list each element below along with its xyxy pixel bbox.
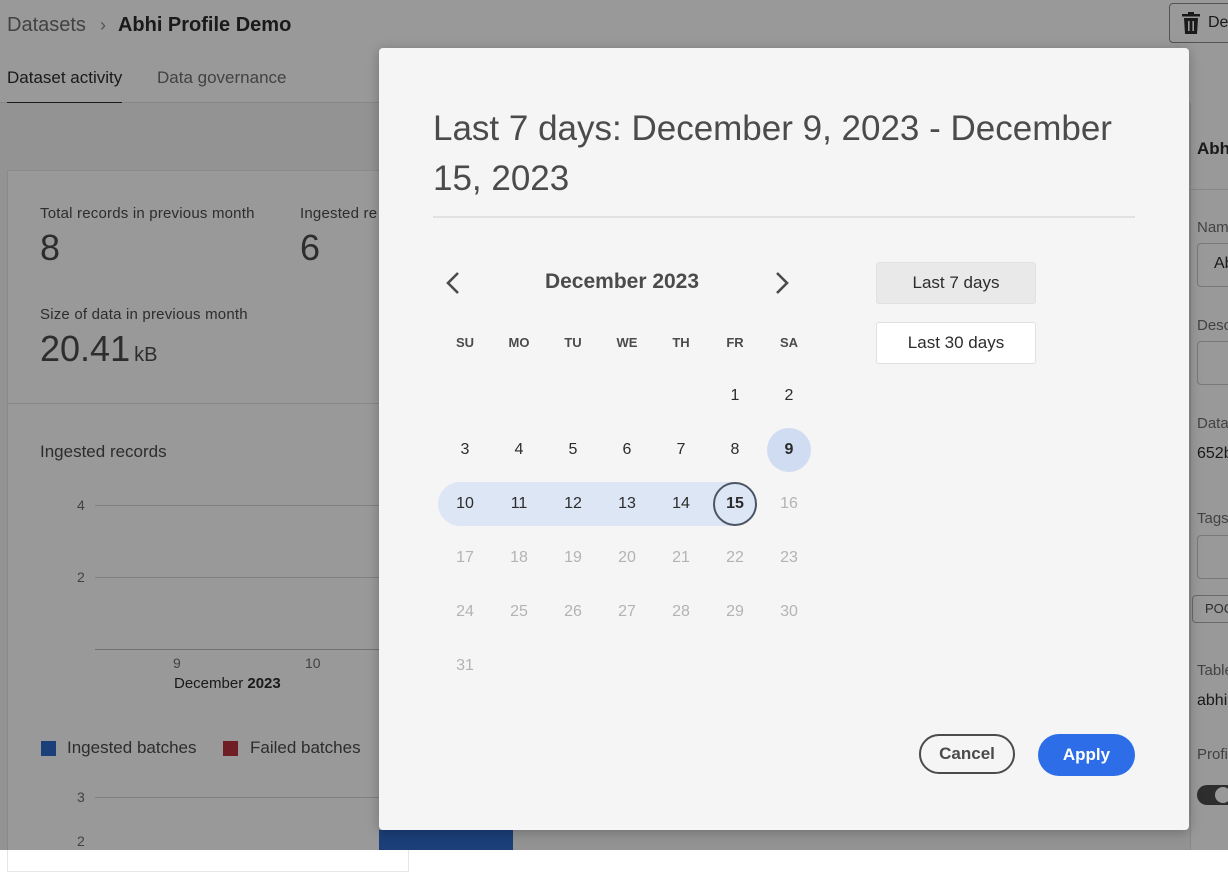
calendar-weeks: 1 2 3 4 5 6 7 8 9 10 11 12 13 14 15 16 17 18 19 20 21 22 23 24 2… <box>438 369 816 693</box>
calendar-day[interactable]: 18 <box>492 531 546 585</box>
calendar-day-number: 7 <box>676 441 686 458</box>
apply-button[interactable]: Apply <box>1038 734 1135 776</box>
calendar-day-number: 15 <box>726 495 744 512</box>
calendar-empty-cell <box>438 369 492 423</box>
dialog-divider <box>433 216 1135 218</box>
calendar-empty-cell <box>708 639 762 693</box>
weekday-label: SU <box>455 335 475 350</box>
calendar-day-number: 21 <box>672 549 690 566</box>
calendar-day[interactable]: 28 <box>654 585 708 639</box>
weekday-label: MO <box>508 335 530 350</box>
calendar-day[interactable]: 14 <box>654 477 708 531</box>
calendar-day[interactable]: 21 <box>654 531 708 585</box>
weekday-label: FR <box>726 335 744 350</box>
weekday-label: WE <box>616 335 638 350</box>
calendar-week: 31 <box>438 639 816 693</box>
calendar-day[interactable]: 24 <box>438 585 492 639</box>
calendar-day-number: 13 <box>618 495 636 512</box>
calendar-day-number: 10 <box>456 495 474 512</box>
calendar-empty-cell <box>762 639 816 693</box>
preset-last-30-days-button[interactable]: Last 30 days <box>876 322 1036 364</box>
calendar-day-number: 4 <box>514 441 524 458</box>
calendar-empty-cell <box>546 639 600 693</box>
calendar-day-number: 24 <box>456 603 474 620</box>
calendar-day-number: 5 <box>568 441 578 458</box>
calendar-empty-cell <box>492 369 546 423</box>
calendar-day-number: 25 <box>510 603 528 620</box>
calendar-empty-cell <box>492 639 546 693</box>
date-range-dialog: Last 7 days: December 9, 2023 - December… <box>379 48 1189 830</box>
calendar-day-number: 27 <box>618 603 636 620</box>
next-month-button[interactable] <box>767 268 797 298</box>
calendar-week: 24 25 26 27 28 29 30 <box>438 585 816 639</box>
calendar-week: 12 <box>438 369 816 423</box>
dialog-title: Last 7 days: December 9, 2023 - December… <box>433 109 1112 198</box>
calendar-day[interactable]: 3 <box>438 423 492 477</box>
calendar-day-number: 6 <box>622 441 632 458</box>
calendar-day[interactable]: 17 <box>438 531 492 585</box>
calendar-day-number: 30 <box>780 603 798 620</box>
calendar-day[interactable]: 5 <box>546 423 600 477</box>
calendar-day[interactable]: 12 <box>546 477 600 531</box>
calendar-empty-cell <box>654 639 708 693</box>
calendar-day[interactable]: 23 <box>762 531 816 585</box>
calendar-day-number: 14 <box>672 495 690 512</box>
calendar-day[interactable]: 4 <box>492 423 546 477</box>
calendar-grid: SU MO TU WE TH FR SA 1 2 3 4 5 6 7 8 9 10 11 12 13 14… <box>438 331 816 693</box>
calendar-day-number: 2 <box>784 387 794 404</box>
calendar-week: 17 18 19 20 21 22 23 <box>438 531 816 585</box>
calendar-empty-cell <box>546 369 600 423</box>
calendar-day[interactable]: 27 <box>600 585 654 639</box>
cancel-button[interactable]: Cancel <box>919 734 1015 774</box>
calendar-day-number: 19 <box>564 549 582 566</box>
weekday-label: SA <box>779 335 799 350</box>
calendar-day-number: 9 <box>784 441 794 458</box>
calendar-day[interactable]: 25 <box>492 585 546 639</box>
preset-last-7-days-button[interactable]: Last 7 days <box>876 262 1036 304</box>
calendar-day-number: 26 <box>564 603 582 620</box>
calendar-empty-cell <box>654 369 708 423</box>
calendar-day[interactable]: 22 <box>708 531 762 585</box>
calendar-empty-cell <box>600 369 654 423</box>
calendar-week: 10 11 12 13 14 15 16 <box>438 477 816 531</box>
calendar-day[interactable]: 10 <box>438 477 492 531</box>
chevron-right-icon <box>776 272 789 294</box>
calendar-day[interactable]: 19 <box>546 531 600 585</box>
calendar-month-title: December 2023 <box>544 270 700 293</box>
calendar-day-number: 11 <box>510 495 528 512</box>
calendar-day-number: 31 <box>456 657 474 674</box>
calendar-week: 3 4 5 6 7 8 9 <box>438 423 816 477</box>
weekday-header: SU MO TU WE TH FR SA <box>438 331 816 355</box>
calendar-day-number: 23 <box>780 549 798 566</box>
calendar-day[interactable]: 30 <box>762 585 816 639</box>
calendar-day[interactable]: 6 <box>600 423 654 477</box>
calendar-day[interactable]: 7 <box>654 423 708 477</box>
calendar-day-number: 17 <box>456 549 474 566</box>
calendar-day-number: 18 <box>510 549 528 566</box>
calendar-day-number: 29 <box>726 603 744 620</box>
calendar-day[interactable]: 11 <box>492 477 546 531</box>
calendar-day[interactable]: 13 <box>600 477 654 531</box>
weekday-label: TH <box>672 335 690 350</box>
calendar-day-number: 22 <box>726 549 744 566</box>
calendar-day-range-start[interactable]: 9 <box>762 423 816 477</box>
calendar-day-number: 8 <box>730 441 740 458</box>
calendar-empty-cell <box>600 639 654 693</box>
calendar-day[interactable]: 29 <box>708 585 762 639</box>
calendar-day[interactable]: 31 <box>438 639 492 693</box>
weekday-label: TU <box>564 335 582 350</box>
calendar-day[interactable]: 26 <box>546 585 600 639</box>
calendar-day-number: 20 <box>618 549 636 566</box>
calendar-day[interactable]: 1 <box>708 369 762 423</box>
calendar-day[interactable]: 8 <box>708 423 762 477</box>
calendar-day-number: 12 <box>564 495 582 512</box>
calendar-day-number: 3 <box>460 441 470 458</box>
calendar-day-range-end[interactable]: 15 <box>708 477 762 531</box>
calendar-day-number: 1 <box>730 387 740 404</box>
calendar-day[interactable]: 16 <box>762 477 816 531</box>
calendar-day[interactable]: 2 <box>762 369 816 423</box>
calendar-day-number: 28 <box>672 603 690 620</box>
calendar-day-number: 16 <box>780 495 798 512</box>
calendar-day[interactable]: 20 <box>600 531 654 585</box>
